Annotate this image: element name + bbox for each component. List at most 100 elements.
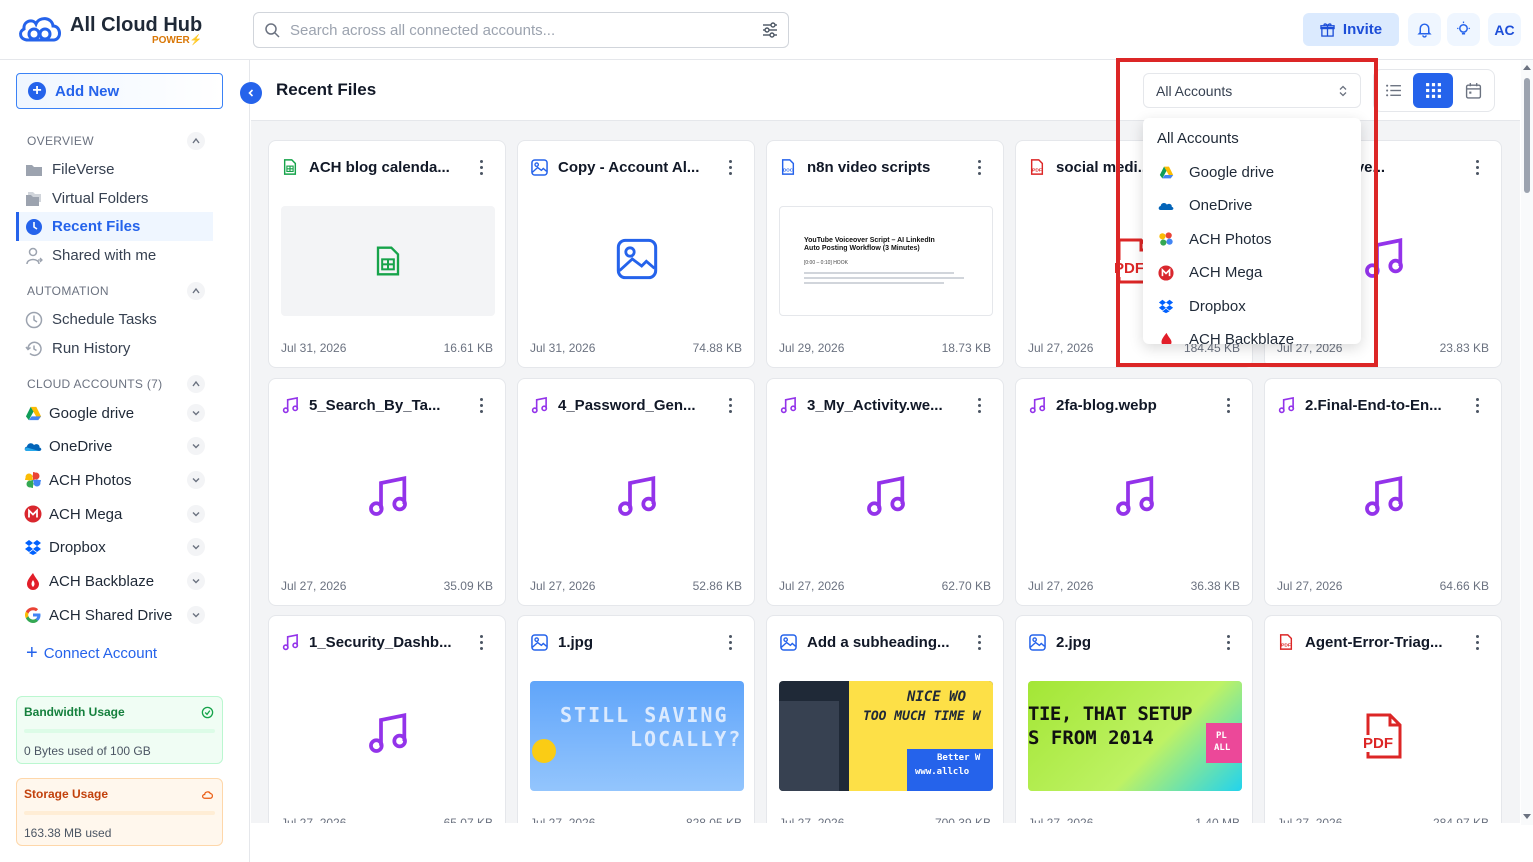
sidebar-item-shared-with-me[interactable]: Shared with me [16,241,213,270]
account-expand-toggle[interactable] [187,572,205,590]
more-options-icon[interactable] [473,632,489,652]
file-preview[interactable]: YouTube Voiceover Script – AI LinkedIn A… [779,206,993,316]
search-input[interactable] [290,21,750,39]
file-preview[interactable] [530,206,744,316]
more-options-icon[interactable] [971,632,987,652]
more-options-icon[interactable] [971,395,987,415]
file-preview[interactable]: NICE WO TOO MUCH TIME W Better W www.all… [779,681,993,791]
app-logo[interactable]: All Cloud Hub POWER⚡ [16,12,202,48]
theme-toggle-button[interactable] [1447,13,1480,46]
more-options-icon[interactable] [722,395,738,415]
file-date: Jul 27, 2026 [779,816,845,823]
backblaze-icon [24,572,42,590]
dropdown-option-ach-mega[interactable]: ACH Mega [1143,256,1361,289]
collapse-sidebar-button[interactable] [240,82,262,104]
file-preview[interactable] [1028,444,1242,554]
music-note-icon [530,396,548,414]
sidebar-account-onedrive[interactable]: OneDrive [24,432,213,460]
scrollbar[interactable] [1521,60,1533,825]
user-avatar[interactable]: AC [1488,13,1521,46]
mega-icon [1158,264,1174,281]
file-preview[interactable] [530,444,744,554]
file-card[interactable]: Add a subheading... NICE WO TOO MUCH TIM… [766,615,1004,823]
file-preview[interactable] [281,206,495,316]
bandwidth-usage-title: Bandwidth Usage [24,705,125,719]
dropdown-option-ach-backblaze[interactable]: ACH Backblaze [1143,323,1361,344]
account-expand-toggle[interactable] [187,471,205,489]
add-new-button[interactable]: + Add New [16,73,223,109]
file-card[interactable]: 2.Final-End-to-En... Jul 27, 2026 64.66 … [1264,378,1502,606]
connect-account-link[interactable]: + Connect Account [26,643,157,663]
file-preview[interactable] [1277,444,1491,554]
scroll-down-arrow-icon[interactable] [1523,812,1531,820]
account-expand-toggle[interactable] [187,505,205,523]
more-options-icon[interactable] [1469,632,1485,652]
dropdown-option-dropbox[interactable]: Dropbox [1143,290,1361,323]
file-preview[interactable]: TIE, THAT SETUP S FROM 2014 PL ALL [1028,681,1242,791]
sidebar-account-ach-photos[interactable]: ACH Photos [24,466,213,494]
account-expand-toggle[interactable] [187,437,205,455]
file-card[interactable]: 5_Search_By_Ta... Jul 27, 2026 35.09 KB [268,378,506,606]
more-options-icon[interactable] [722,157,738,177]
file-preview[interactable] [281,681,495,791]
more-options-icon[interactable] [1220,632,1236,652]
sidebar-account-ach-shared-drive[interactable]: ACH Shared Drive [24,601,213,629]
account-expand-toggle[interactable] [187,404,205,422]
file-card[interactable]: 3_My_Activity.we... Jul 27, 2026 62.70 K… [766,378,1004,606]
more-options-icon[interactable] [1469,157,1485,177]
sidebar-account-dropbox[interactable]: Dropbox [24,533,213,561]
more-options-icon[interactable] [473,395,489,415]
file-card[interactable]: 2.jpg TIE, THAT SETUP S FROM 2014 PL ALL… [1015,615,1253,823]
dropdown-option-label: ACH Backblaze [1189,331,1295,344]
overview-collapse-toggle[interactable] [187,132,205,150]
dropdown-option-ach-photos[interactable]: ACH Photos [1143,223,1361,256]
file-card[interactable]: 4_Password_Gen... Jul 27, 2026 52.86 KB [517,378,755,606]
app-tagline: POWER [151,34,190,46]
dropdown-option-all-accounts[interactable]: All Accounts [1143,122,1361,155]
grid-view-button[interactable] [1413,73,1453,108]
file-card[interactable]: 1.jpg STILL SAVING LOCALLY? Jul 27, 2026… [517,615,755,823]
more-options-icon[interactable] [971,157,987,177]
file-card[interactable]: Copy - Account Al... Jul 31, 2026 74.88 … [517,140,755,368]
calendar-view-button[interactable] [1453,73,1493,108]
dropdown-option-onedrive[interactable]: OneDrive [1143,189,1361,222]
sidebar-item-recent-files[interactable]: Recent Files [16,212,213,241]
more-options-icon[interactable] [722,632,738,652]
sidebar-item-virtual-folders[interactable]: Virtual Folders [16,184,213,213]
notifications-button[interactable] [1408,13,1441,46]
sidebar-item-schedule-tasks[interactable]: Schedule Tasks [16,305,213,334]
account-expand-toggle[interactable] [187,538,205,556]
cloud-accounts-collapse-toggle[interactable] [187,375,205,393]
account-expand-toggle[interactable] [187,606,205,624]
dropdown-option-google-drive[interactable]: Google drive [1143,156,1361,189]
filter-sliders-icon[interactable] [762,22,778,38]
sidebar-item-fileverse[interactable]: FileVerse [16,155,213,184]
scrollbar-thumb[interactable] [1524,78,1530,193]
file-date: Jul 27, 2026 [530,816,596,823]
more-options-icon[interactable] [473,157,489,177]
file-card[interactable]: PDF Agent-Error-Triag... PDF Jul 27, 202… [1264,615,1502,823]
list-view-button[interactable] [1373,73,1413,108]
sidebar-account-ach-backblaze[interactable]: ACH Backblaze [24,567,213,595]
search-bar[interactable] [253,12,789,48]
account-filter-select[interactable]: All Accounts [1143,73,1361,108]
file-preview[interactable]: STILL SAVING LOCALLY? [530,681,744,791]
invite-button[interactable]: Invite [1303,13,1399,46]
file-card[interactable]: 1_Security_Dashb... Jul 27, 2026 65.07 K… [268,615,506,823]
sidebar-account-ach-mega[interactable]: ACH Mega [24,500,213,528]
file-date: Jul 27, 2026 [1028,341,1094,355]
file-preview[interactable] [281,444,495,554]
file-name: 2.jpg [1056,633,1092,651]
more-options-icon[interactable] [1220,395,1236,415]
storage-usage-card: Storage Usage 163.38 MB used [16,778,223,846]
file-preview[interactable]: PDF [1277,681,1491,791]
file-card[interactable]: DOC n8n video scripts YouTube Voiceover … [766,140,1004,368]
sidebar-item-run-history[interactable]: Run History [16,334,213,363]
scroll-up-arrow-icon[interactable] [1523,64,1531,72]
more-options-icon[interactable] [1469,395,1485,415]
automation-collapse-toggle[interactable] [187,282,205,300]
file-card[interactable]: 2fa-blog.webp Jul 27, 2026 36.38 KB [1015,378,1253,606]
file-preview[interactable] [779,444,993,554]
sidebar-account-google-drive[interactable]: Google drive [24,399,213,427]
file-card[interactable]: ACH blog calenda... Jul 31, 2026 16.61 K… [268,140,506,368]
